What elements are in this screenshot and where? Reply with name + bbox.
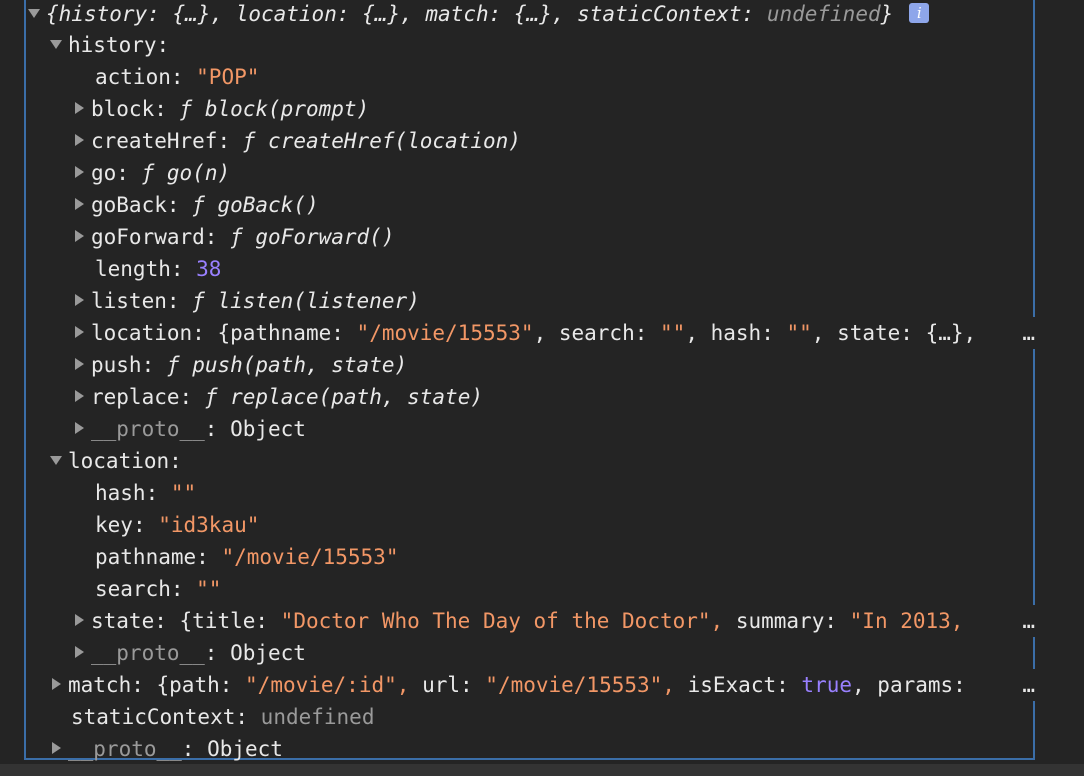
info-icon[interactable]: i [909, 3, 930, 23]
expand-triangle-icon[interactable] [75, 614, 84, 626]
location-hash-row: hash: "" [95, 481, 197, 505]
history-length-row: length: 38 [95, 257, 222, 281]
expand-triangle-icon[interactable] [75, 134, 84, 146]
location-row[interactable]: location: [50, 445, 1036, 477]
expand-triangle-icon[interactable] [50, 39, 62, 49]
location-state-row[interactable]: state: {title: "Doctor Who The Day of th… [73, 605, 1036, 637]
staticcontext-row: staticContext: undefined [71, 705, 375, 729]
history-replace-row[interactable]: replace: ƒ replace(path, state) [73, 381, 1036, 413]
history-action-row: action: "POP" [95, 65, 260, 89]
expand-triangle-icon[interactable] [52, 742, 61, 754]
match-row[interactable]: match: {path: "/movie/:id", url: "/movie… [50, 669, 1036, 701]
history-listen-row[interactable]: listen: ƒ listen(listener) [73, 285, 1036, 317]
location-key: location [68, 449, 170, 473]
history-push-row[interactable]: push: ƒ push(path, state) [73, 349, 1036, 381]
expand-triangle-icon[interactable] [75, 102, 84, 114]
history-goback-signature: goBack() [217, 193, 319, 217]
console-bottom-strip [0, 764, 1084, 776]
expand-triangle-icon[interactable] [75, 166, 84, 178]
summary-value-history: {…} [172, 2, 211, 26]
expand-triangle-icon[interactable] [75, 646, 84, 658]
history-createhref-row[interactable]: createHref: ƒ createHref(location) [73, 125, 1036, 157]
history-key: history [68, 33, 157, 57]
root-summary-row[interactable]: {history: {…}, location: {…}, match: {…}… [28, 0, 1036, 30]
root-proto-row[interactable]: __proto__: Object [50, 733, 1036, 765]
history-createhref-signature: createHref(location) [268, 129, 521, 153]
summary-open-brace: { [46, 2, 59, 26]
location-pathname-row: pathname: "/movie/15553" [95, 545, 399, 569]
expand-triangle-icon[interactable] [75, 326, 84, 338]
summary-value-match: {…} [513, 2, 552, 26]
summary-key-history: history [58, 2, 148, 26]
history-block-row[interactable]: block: ƒ block(prompt) [73, 93, 1036, 125]
history-goforward-signature: goForward() [255, 225, 395, 249]
truncation-ellipsis: … [1019, 605, 1035, 637]
summary-value-staticcontext: undefined [766, 2, 881, 26]
location-search-row: search: "" [95, 577, 222, 601]
summary-close-brace: } [880, 2, 894, 26]
location-proto-row[interactable]: __proto__: Object [73, 637, 1036, 669]
expand-triangle-icon[interactable] [50, 455, 62, 465]
history-length-value: 38 [196, 257, 222, 281]
history-proto-row[interactable]: __proto__: Object [73, 413, 1036, 445]
history-listen-signature: listen(listener) [217, 289, 420, 313]
expand-triangle-icon[interactable] [75, 294, 84, 306]
history-go-signature: go(n) [166, 161, 231, 185]
expand-triangle-icon[interactable] [75, 390, 84, 402]
expand-triangle-icon[interactable] [75, 358, 84, 370]
expand-triangle-icon[interactable] [75, 422, 84, 434]
summary-key-match: match [425, 2, 489, 26]
truncation-ellipsis: … [1019, 669, 1035, 701]
history-location-row[interactable]: location: {pathname: "/movie/15553", sea… [73, 317, 1036, 349]
history-goforward-row[interactable]: goForward: ƒ goForward() [73, 221, 1036, 253]
summary-key-staticcontext: staticContext [577, 2, 742, 26]
expand-triangle-icon[interactable] [75, 198, 84, 210]
summary-key-location: location [235, 2, 337, 26]
truncation-ellipsis: … [1019, 317, 1035, 349]
history-replace-signature: replace(path, state) [230, 385, 483, 409]
expand-triangle-icon[interactable] [75, 230, 84, 242]
expand-triangle-icon[interactable] [52, 678, 61, 690]
history-goback-row[interactable]: goBack: ƒ goBack() [73, 189, 1036, 221]
history-go-row[interactable]: go: ƒ go(n) [73, 157, 1036, 189]
history-block-signature: block(prompt) [204, 97, 370, 121]
summary-value-location: {…} [362, 2, 401, 26]
history-row[interactable]: history: [50, 29, 1036, 61]
expand-triangle-icon[interactable] [28, 8, 40, 18]
history-push-signature: push(path, state) [192, 353, 408, 377]
location-key-row: key: "id3kau" [95, 513, 260, 537]
history-action-value: "POP" [196, 65, 260, 89]
